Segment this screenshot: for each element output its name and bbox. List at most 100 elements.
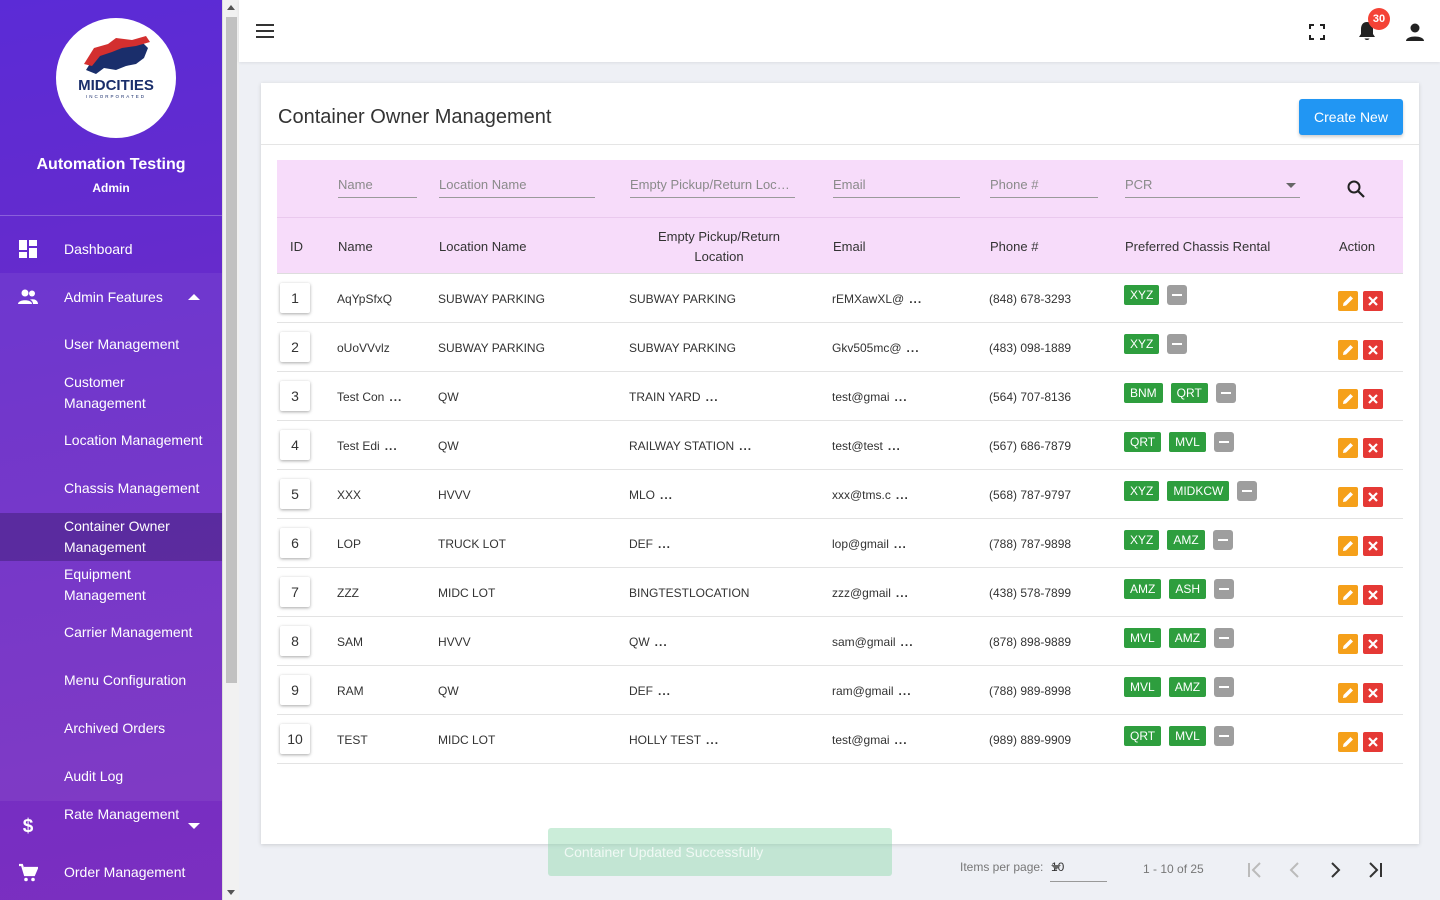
scroll-thumb[interactable] <box>226 17 237 683</box>
email-filter-input[interactable]: Email <box>833 177 960 198</box>
more-chips-button[interactable] <box>1212 530 1233 550</box>
table-row[interactable]: 8 SAM HVVV QW... sam@gmail... (878) 898-9889 M… <box>277 617 1403 666</box>
edit-button[interactable] <box>1338 291 1358 311</box>
more-text-dots[interactable]: ... <box>901 635 914 649</box>
table-row[interactable]: 5 XXX HVVV MLO... xxx@tms.c... (568) 787-9797… <box>277 470 1403 519</box>
delete-button[interactable] <box>1363 340 1383 360</box>
more-text-dots[interactable]: ... <box>660 488 673 502</box>
more-chips-button[interactable] <box>1167 285 1188 305</box>
sidebar-item-archived-orders[interactable]: Archived Orders <box>0 718 222 740</box>
delete-button[interactable] <box>1363 634 1383 654</box>
delete-button[interactable] <box>1363 389 1383 409</box>
next-page-icon[interactable] <box>1323 858 1347 882</box>
previous-page-icon[interactable] <box>1283 858 1307 882</box>
sidebar-item-user-management[interactable]: User Management <box>0 334 222 356</box>
scroll-down-arrow[interactable] <box>227 890 235 895</box>
sidebar-item-chassis-management[interactable]: Chassis Management <box>0 478 222 500</box>
more-chips-button[interactable] <box>1237 481 1258 501</box>
more-text-dots[interactable]: ... <box>658 684 671 698</box>
create-new-button[interactable]: Create New <box>1299 99 1403 135</box>
more-text-dots[interactable]: ... <box>907 341 920 355</box>
pcr-filter-select[interactable]: PCR <box>1125 177 1300 198</box>
sidebar-item-menu-configuration[interactable]: Menu Configuration <box>0 670 222 692</box>
more-chips-button[interactable] <box>1214 579 1235 599</box>
more-text-dots[interactable]: ... <box>888 439 901 453</box>
sidebar-item-rate-management[interactable]: $ Rate Management <box>0 804 222 846</box>
edit-button[interactable] <box>1338 340 1358 360</box>
delete-button[interactable] <box>1363 585 1383 605</box>
edit-button[interactable] <box>1338 487 1358 507</box>
more-chips-button[interactable] <box>1214 677 1235 697</box>
search-icon[interactable] <box>1346 179 1366 199</box>
edit-button[interactable] <box>1338 536 1358 556</box>
more-chips-button[interactable] <box>1213 726 1234 746</box>
column-header-name[interactable]: Name <box>338 218 373 275</box>
delete-button[interactable] <box>1363 732 1383 752</box>
column-header-email[interactable]: Email <box>833 218 866 275</box>
sidebar-item-admin-features[interactable]: Admin Features <box>0 280 222 314</box>
sidebar-scrollbar[interactable] <box>222 0 239 900</box>
more-text-dots[interactable]: ... <box>706 733 719 747</box>
table-row[interactable]: 9 RAM QW DEF... ram@gmail... (788) 989-8998 MV… <box>277 666 1403 715</box>
more-chips-button[interactable] <box>1167 334 1188 354</box>
edit-button[interactable] <box>1338 438 1358 458</box>
more-text-dots[interactable]: ... <box>706 390 719 404</box>
table-row[interactable]: 7 ZZZ MIDC LOT BINGTESTLOCATION zzz@gmail...… <box>277 568 1403 617</box>
more-text-dots[interactable]: ... <box>894 537 907 551</box>
edit-button[interactable] <box>1338 634 1358 654</box>
sidebar-item-order-management[interactable]: Order Management <box>0 862 222 884</box>
sidebar-item-audit-log[interactable]: Audit Log <box>0 766 222 788</box>
sidebar-item-dashboard[interactable]: Dashboard <box>0 232 222 266</box>
items-per-page-select[interactable]: 10 <box>1050 851 1107 882</box>
more-text-dots[interactable]: ... <box>896 586 909 600</box>
phone-filter-input[interactable]: Phone # <box>990 177 1098 198</box>
delete-button[interactable] <box>1363 536 1383 556</box>
table-row[interactable]: 2 oUoVVvlz SUBWAY PARKING SUBWAY PARKING Gkv… <box>277 323 1403 372</box>
fullscreen-icon[interactable] <box>1309 24 1325 40</box>
more-text-dots[interactable]: ... <box>739 439 752 453</box>
table-row[interactable]: 10 TEST MIDC LOT HOLLY TEST... test@gmai...(… <box>277 715 1403 764</box>
empty-pickup-filter-input[interactable]: Empty Pickup/Return Location <box>630 177 795 198</box>
sidebar-item-container-owner-management[interactable]: Container Owner Management <box>0 513 222 561</box>
delete-button[interactable] <box>1363 487 1383 507</box>
delete-button[interactable] <box>1363 438 1383 458</box>
first-page-icon[interactable] <box>1243 858 1267 882</box>
sidebar-item-customer-management[interactable]: Customer Management <box>0 372 222 414</box>
last-page-icon[interactable] <box>1363 858 1387 882</box>
edit-button[interactable] <box>1338 585 1358 605</box>
more-text-dots[interactable]: ... <box>895 390 908 404</box>
delete-button[interactable] <box>1363 291 1383 311</box>
more-text-dots[interactable]: ... <box>899 684 912 698</box>
sidebar-item-equipment-management[interactable]: Equipment Management <box>0 564 222 606</box>
column-header-id[interactable]: ID <box>290 218 303 275</box>
table-row[interactable]: 1 AqYpSfxQ SUBWAY PARKING SUBWAY PARKING rEM… <box>277 274 1403 323</box>
location-filter-input[interactable]: Location Name <box>439 177 595 198</box>
table-row[interactable]: 3 Test Con... QW TRAIN YARD... test@gmai...(… <box>277 372 1403 421</box>
edit-button[interactable] <box>1338 389 1358 409</box>
delete-button[interactable] <box>1363 683 1383 703</box>
more-chips-button[interactable] <box>1215 383 1236 403</box>
edit-button[interactable] <box>1338 683 1358 703</box>
column-header-phone[interactable]: Phone # <box>990 218 1038 275</box>
table-row[interactable]: 6 LOP TRUCK LOT DEF... lop@gmail... (788) 787… <box>277 519 1403 568</box>
column-header-empty-pickup[interactable]: Empty Pickup/Return Location <box>647 218 791 275</box>
more-text-dots[interactable]: ... <box>909 292 922 306</box>
sidebar-item-location-management[interactable]: Location Management <box>0 430 222 452</box>
more-text-dots[interactable]: ... <box>655 635 668 649</box>
column-header-location[interactable]: Location Name <box>439 218 526 275</box>
column-header-chassis-rental[interactable]: Preferred Chassis Rental <box>1125 218 1270 275</box>
more-text-dots[interactable]: ... <box>385 439 398 453</box>
more-chips-button[interactable] <box>1213 432 1234 452</box>
more-text-dots[interactable]: ... <box>389 390 402 404</box>
more-chips-button[interactable] <box>1214 628 1235 648</box>
name-filter-input[interactable]: Name <box>338 177 417 198</box>
menu-icon[interactable] <box>256 24 274 38</box>
sidebar-item-carrier-management[interactable]: Carrier Management <box>0 622 222 644</box>
more-text-dots[interactable]: ... <box>895 733 908 747</box>
table-row[interactable]: 4 Test Edi... QW RAILWAY STATION... test@tes… <box>277 421 1403 470</box>
edit-button[interactable] <box>1338 732 1358 752</box>
more-text-dots[interactable]: ... <box>658 537 671 551</box>
more-text-dots[interactable]: ... <box>896 488 909 502</box>
scroll-up-arrow[interactable] <box>227 5 235 10</box>
user-icon[interactable] <box>1404 21 1426 43</box>
